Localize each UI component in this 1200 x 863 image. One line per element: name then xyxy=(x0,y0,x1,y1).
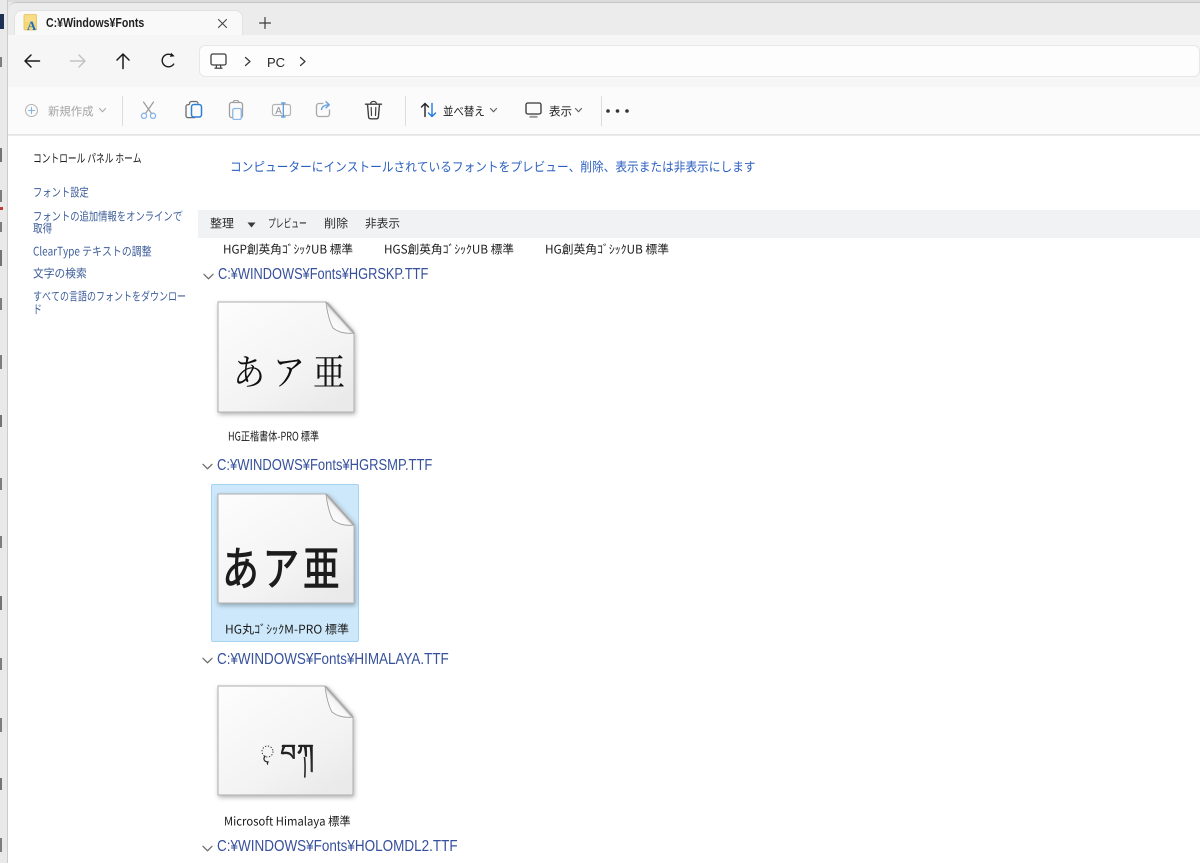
svg-text:A: A xyxy=(27,18,37,31)
svg-text:A: A xyxy=(275,106,282,117)
